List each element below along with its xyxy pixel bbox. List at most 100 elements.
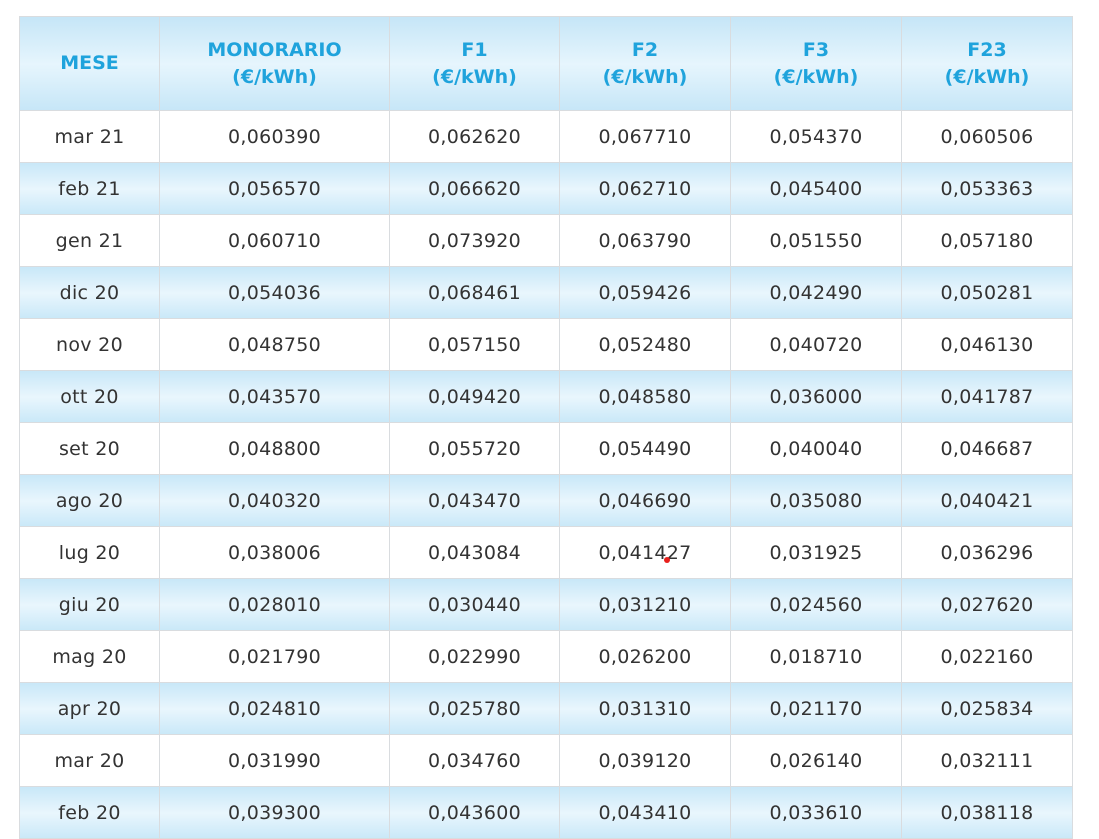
header-f3: F3 (€/kWh) (730, 16, 902, 111)
f2-cell: 0,052480 (559, 318, 731, 371)
month-cell: mar 21 (19, 110, 160, 163)
f1-cell: 0,022990 (389, 630, 560, 683)
month-cell: giu 20 (19, 578, 160, 631)
header-row: MESE MONORARIO (€/kWh) F1 (€/kWh) F2 (€/kWh… (19, 16, 1073, 111)
f3-cell: 0,031925 (730, 526, 902, 579)
f3-cell: 0,054370 (730, 110, 902, 163)
f3-cell: 0,051550 (730, 214, 902, 267)
f3-cell: 0,040720 (730, 318, 902, 371)
f23-cell: 0,022160 (901, 630, 1073, 683)
f2-cell: 0,054490 (559, 422, 731, 475)
monorario-cell: 0,038006 (159, 526, 390, 579)
f23-cell: 0,046687 (901, 422, 1073, 475)
f2-cell: 0,059426 (559, 266, 731, 319)
f3-cell: 0,018710 (730, 630, 902, 683)
f3-cell: 0,026140 (730, 734, 902, 787)
table-row: ago 20 0,040320 0,043470 0,046690 0,0350… (19, 474, 1073, 527)
f23-cell: 0,060506 (901, 110, 1073, 163)
table-row: nov 20 0,048750 0,057150 0,052480 0,0407… (19, 318, 1073, 371)
monorario-cell: 0,054036 (159, 266, 390, 319)
monorario-cell: 0,021790 (159, 630, 390, 683)
table-row: feb 20 0,039300 0,043600 0,043410 0,0336… (19, 786, 1073, 839)
f3-cell: 0,033610 (730, 786, 902, 839)
table-row: mar 21 0,060390 0,062620 0,067710 0,0543… (19, 110, 1073, 163)
f23-cell: 0,057180 (901, 214, 1073, 267)
f1-cell: 0,068461 (389, 266, 560, 319)
monorario-cell: 0,043570 (159, 370, 390, 423)
f23-cell: 0,053363 (901, 162, 1073, 215)
f3-cell: 0,045400 (730, 162, 902, 215)
f2-cell: 0,031310 (559, 682, 731, 735)
month-cell: mar 20 (19, 734, 160, 787)
f1-cell: 0,043600 (389, 786, 560, 839)
f2-cell: 0,043410 (559, 786, 731, 839)
header-f2: F2 (€/kWh) (559, 16, 731, 111)
f23-cell: 0,050281 (901, 266, 1073, 319)
monorario-cell: 0,048750 (159, 318, 390, 371)
f1-cell: 0,025780 (389, 682, 560, 735)
table-body: mar 21 0,060390 0,062620 0,067710 0,0543… (19, 110, 1073, 839)
table-row: ott 20 0,043570 0,049420 0,048580 0,0360… (19, 370, 1073, 423)
month-cell: ago 20 (19, 474, 160, 527)
table-row: dic 20 0,054036 0,068461 0,059426 0,0424… (19, 266, 1073, 319)
table-row: apr 20 0,024810 0,025780 0,031310 0,0211… (19, 682, 1073, 735)
table-row: mar 20 0,031990 0,034760 0,039120 0,0261… (19, 734, 1073, 787)
monorario-cell: 0,060390 (159, 110, 390, 163)
month-cell: ott 20 (19, 370, 160, 423)
monorario-cell: 0,028010 (159, 578, 390, 631)
monorario-cell: 0,031990 (159, 734, 390, 787)
f1-cell: 0,066620 (389, 162, 560, 215)
f3-cell: 0,036000 (730, 370, 902, 423)
cursor-dot (664, 557, 670, 563)
month-cell: apr 20 (19, 682, 160, 735)
month-cell: lug 20 (19, 526, 160, 579)
header-f1: F1 (€/kWh) (389, 16, 560, 111)
month-cell: nov 20 (19, 318, 160, 371)
f2-cell: 0,062710 (559, 162, 731, 215)
f1-cell: 0,043084 (389, 526, 560, 579)
table-header: MESE MONORARIO (€/kWh) F1 (€/kWh) F2 (€/kWh… (19, 16, 1073, 111)
monorario-cell: 0,024810 (159, 682, 390, 735)
f3-cell: 0,035080 (730, 474, 902, 527)
f23-cell: 0,036296 (901, 526, 1073, 579)
table-row: feb 21 0,056570 0,066620 0,062710 0,0454… (19, 162, 1073, 215)
f23-cell: 0,027620 (901, 578, 1073, 631)
header-mese: MESE (19, 16, 160, 111)
month-cell: set 20 (19, 422, 160, 475)
table-row: giu 20 0,028010 0,030440 0,031210 0,0245… (19, 578, 1073, 631)
month-cell: feb 21 (19, 162, 160, 215)
table-row: mag 20 0,021790 0,022990 0,026200 0,0187… (19, 630, 1073, 683)
f2-cell: 0,048580 (559, 370, 731, 423)
f3-cell: 0,024560 (730, 578, 902, 631)
f1-cell: 0,030440 (389, 578, 560, 631)
monorario-cell: 0,056570 (159, 162, 390, 215)
f23-cell: 0,025834 (901, 682, 1073, 735)
f23-cell: 0,040421 (901, 474, 1073, 527)
month-cell: feb 20 (19, 786, 160, 839)
table-row: lug 20 0,038006 0,043084 0,041427 0,0319… (19, 526, 1073, 579)
table-row: set 20 0,048800 0,055720 0,054490 0,0400… (19, 422, 1073, 475)
f2-cell: 0,031210 (559, 578, 731, 631)
f3-cell: 0,040040 (730, 422, 902, 475)
price-table: MESE MONORARIO (€/kWh) F1 (€/kWh) F2 (€/kWh… (19, 16, 1073, 839)
f23-cell: 0,046130 (901, 318, 1073, 371)
f2-cell: 0,067710 (559, 110, 731, 163)
f2-cell: 0,046690 (559, 474, 731, 527)
f3-cell: 0,021170 (730, 682, 902, 735)
f23-cell: 0,032111 (901, 734, 1073, 787)
f23-cell: 0,038118 (901, 786, 1073, 839)
f1-cell: 0,034760 (389, 734, 560, 787)
f2-cell: 0,039120 (559, 734, 731, 787)
monorario-cell: 0,039300 (159, 786, 390, 839)
f1-cell: 0,073920 (389, 214, 560, 267)
f1-cell: 0,062620 (389, 110, 560, 163)
f1-cell: 0,057150 (389, 318, 560, 371)
f1-cell: 0,049420 (389, 370, 560, 423)
table-row: gen 21 0,060710 0,073920 0,063790 0,0515… (19, 214, 1073, 267)
f23-cell: 0,041787 (901, 370, 1073, 423)
f2-cell: 0,041427 (559, 526, 731, 579)
f2-cell: 0,026200 (559, 630, 731, 683)
monorario-cell: 0,040320 (159, 474, 390, 527)
header-f23: F23 (€/kWh) (901, 16, 1073, 111)
month-cell: gen 21 (19, 214, 160, 267)
